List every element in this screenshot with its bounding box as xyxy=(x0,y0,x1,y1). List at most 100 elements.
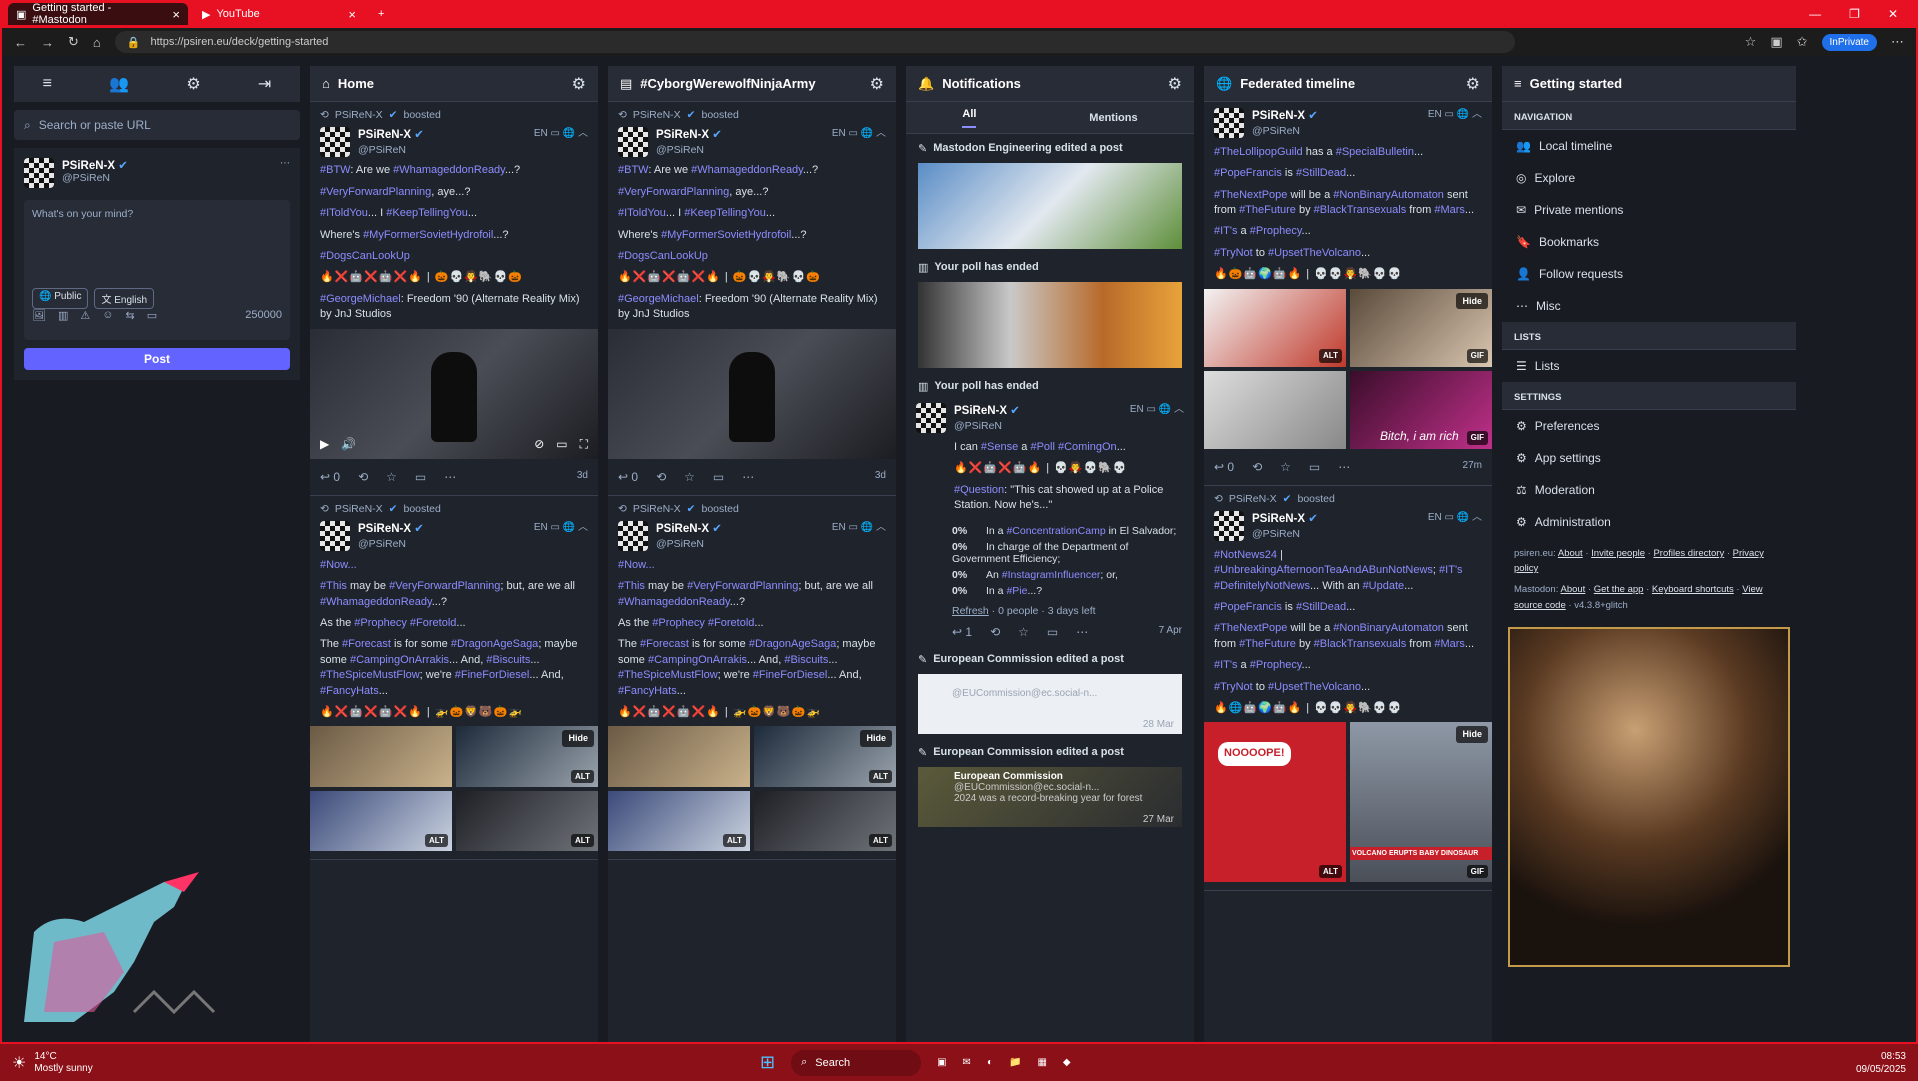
hashtag[interactable]: #UnbreakingAfternoonTeaAndABunNotNews xyxy=(1214,564,1433,576)
hashtag[interactable]: #VeryForwardPlanning xyxy=(687,580,798,592)
hashtag[interactable]: #Poll xyxy=(1030,441,1054,453)
hashtag[interactable]: #TheNextPope xyxy=(1214,189,1287,201)
hashtag[interactable]: #TryNot xyxy=(1214,247,1253,259)
taskbar-search[interactable]: ⌕ Search xyxy=(791,1049,922,1076)
hashtag[interactable]: #Sense xyxy=(981,441,1018,453)
status-post[interactable]: PSiReN-X ✔ @PSiReN EN ▭ 🌐 ︿ #TheLollipop… xyxy=(1204,102,1492,487)
hashtag[interactable]: #DogsCanLookUp xyxy=(320,250,410,262)
notification-header[interactable]: ▥ Your poll has ended xyxy=(906,372,1194,397)
edge-icon[interactable]: ◐ xyxy=(987,1057,993,1068)
hashtag[interactable]: #TheSpiceMustFlow xyxy=(320,669,420,681)
media-thumbnail[interactable]: Hide ALT xyxy=(754,726,896,787)
author-name[interactable]: PSiReN-X xyxy=(1252,513,1305,525)
hashtag[interactable]: #CampingOnArrakis xyxy=(350,654,449,666)
hashtag[interactable]: #BTW xyxy=(320,164,350,176)
poll-icon[interactable]: ▥ xyxy=(58,309,68,322)
hide-button[interactable]: Hide xyxy=(562,730,594,747)
hashtag[interactable]: #Foretold xyxy=(708,617,754,629)
alt-badge[interactable]: ALT xyxy=(869,769,892,783)
hashtag[interactable]: #GeorgeMichael xyxy=(618,293,699,305)
notification-media[interactable] xyxy=(918,163,1182,249)
tab-youtube[interactable]: ▶ YouTube × xyxy=(194,3,364,25)
hashtag[interactable]: #NonBinaryAutomaton xyxy=(1333,189,1444,201)
bookmark-button[interactable]: ▭ xyxy=(713,469,724,486)
notification-media[interactable] xyxy=(918,282,1182,368)
hashtag[interactable]: #DefinitelyNotNews xyxy=(1214,580,1310,592)
gif-badge[interactable]: GIF xyxy=(1466,349,1488,363)
hashtag[interactable]: #Forecast xyxy=(640,638,689,650)
reply-button[interactable]: ↩ 0 xyxy=(1214,459,1234,476)
notification-header[interactable]: ✎ European Commission edited a post xyxy=(906,645,1194,670)
footer-link[interactable]: About xyxy=(1561,584,1586,595)
media-thumbnail[interactable] xyxy=(310,726,452,787)
hashtag[interactable]: #IT's xyxy=(1439,564,1463,576)
hashtag[interactable]: #Foretold xyxy=(410,617,456,629)
hashtag[interactable]: #UpsetTheVolcano xyxy=(1268,681,1361,693)
favourite-button[interactable]: ☆ xyxy=(386,469,397,486)
alt-badge[interactable]: ALT xyxy=(1319,865,1342,879)
tab-all[interactable]: All xyxy=(962,108,977,128)
hashtag[interactable]: #VeryForwardPlanning xyxy=(389,580,500,592)
gear-icon[interactable]: ⚙ xyxy=(870,74,884,94)
emoji-icon[interactable]: ☺ xyxy=(102,309,113,322)
hashtag[interactable]: #FancyHats xyxy=(618,685,677,697)
hashtag[interactable]: #MyFormerSovietHydrofoil xyxy=(363,229,493,241)
hashtag[interactable]: #Question xyxy=(954,484,1004,496)
menu-icon[interactable]: ≡ xyxy=(43,75,52,93)
media-thumbnail[interactable]: Hide GIF xyxy=(1350,288,1492,367)
bookmark-button[interactable]: ▭ xyxy=(415,469,426,486)
inprivate-badge[interactable]: InPrivate xyxy=(1821,33,1877,51)
bookmark-button[interactable]: ▭ xyxy=(1047,625,1058,639)
post-time[interactable]: 7 Apr xyxy=(1159,625,1182,639)
refresh-link[interactable]: Refresh xyxy=(952,605,989,617)
more-button[interactable]: ⋯ xyxy=(1076,625,1088,639)
hashtag[interactable]: #Pie xyxy=(1006,585,1027,597)
media-thumbnail[interactable]: Hide ALT xyxy=(456,726,598,787)
url-field[interactable]: 🔒 https://psiren.eu/deck/getting-started xyxy=(114,31,1515,53)
hashtag[interactable]: #WhamageddonReady xyxy=(393,164,505,176)
status-post[interactable]: ⟲ PSiReN-X ✔ boosted PSiReN-X ✔ @PSiReN EN … xyxy=(310,102,598,497)
column-header[interactable]: 🔔 Notifications ⚙ xyxy=(906,66,1194,102)
hashtag[interactable]: #This xyxy=(320,580,347,592)
avatar[interactable] xyxy=(1214,108,1244,138)
volume-icon[interactable]: 🔊 xyxy=(341,436,356,453)
system-clock[interactable]: 08:53 09/05/2025 xyxy=(1856,1050,1906,1076)
gif-badge[interactable]: GIF xyxy=(1466,865,1488,879)
gear-icon[interactable]: ⚙ xyxy=(1466,74,1480,94)
boost-button[interactable]: ⟲ xyxy=(358,469,368,486)
settings-icon[interactable]: ⚙ xyxy=(186,74,200,94)
notification-preview[interactable]: @EUCommission@ec.social-n... 28 Mar xyxy=(918,674,1182,735)
notification-header[interactable]: ✎ Mastodon Engineering edited a post xyxy=(906,134,1194,159)
status-post[interactable]: ⟲ PSiReN-X ✔ boosted PSiReN-X ✔ @PSiReN EN … xyxy=(310,496,598,861)
hashtag[interactable]: #PopeFrancis xyxy=(1214,601,1282,613)
notification-header[interactable]: ▥ Your poll has ended xyxy=(906,253,1194,278)
hashtag[interactable]: #Biscuits xyxy=(784,654,828,666)
refresh-icon[interactable]: ↻ xyxy=(68,34,79,50)
hashtag[interactable]: #NotNews24 xyxy=(1214,549,1277,561)
hashtag[interactable]: #BlackTransexuals xyxy=(1314,204,1407,216)
media-gallery[interactable]: Hide ALT ALT ALT xyxy=(310,726,598,852)
more-icon[interactable]: ⋯ xyxy=(280,158,290,169)
hashtag[interactable]: #InstagramInfluencer xyxy=(1002,569,1101,581)
booster-name[interactable]: PSiReN-X xyxy=(1229,492,1277,507)
reply-button[interactable]: ↩ 0 xyxy=(618,469,638,486)
warning-icon[interactable]: ⚠ xyxy=(80,309,90,322)
nav-private-mentions[interactable]: ✉ Private mentions xyxy=(1502,194,1796,226)
nav-local-timeline[interactable]: 👥 Local timeline xyxy=(1502,130,1796,162)
author-handle[interactable]: @PSiReN xyxy=(358,537,424,552)
gear-icon[interactable]: ⚙ xyxy=(572,74,586,94)
hashtag[interactable]: #UpsetTheVolcano xyxy=(1268,247,1361,259)
boost-button[interactable]: ⟲ xyxy=(1252,459,1262,476)
hashtag[interactable]: #MyFormerSovietHydrofoil xyxy=(661,229,791,241)
media-thumbnail[interactable]: ALT xyxy=(1204,288,1346,367)
hashtag[interactable]: #WhamageddonReady xyxy=(618,596,730,608)
hashtag[interactable]: #Now... xyxy=(618,559,655,571)
fullscreen-icon[interactable]: ⛶ xyxy=(580,436,588,453)
hashtag[interactable]: #IToldYou xyxy=(320,207,368,219)
hashtag[interactable]: #WhamageddonReady xyxy=(320,596,432,608)
hashtag[interactable]: #VeryForwardPlanning xyxy=(320,186,431,198)
hashtag[interactable]: #Now... xyxy=(320,559,357,571)
booster-name[interactable]: PSiReN-X xyxy=(335,108,383,123)
more-button[interactable]: ⋯ xyxy=(444,469,456,486)
author-name[interactable]: PSiReN-X xyxy=(656,523,709,535)
